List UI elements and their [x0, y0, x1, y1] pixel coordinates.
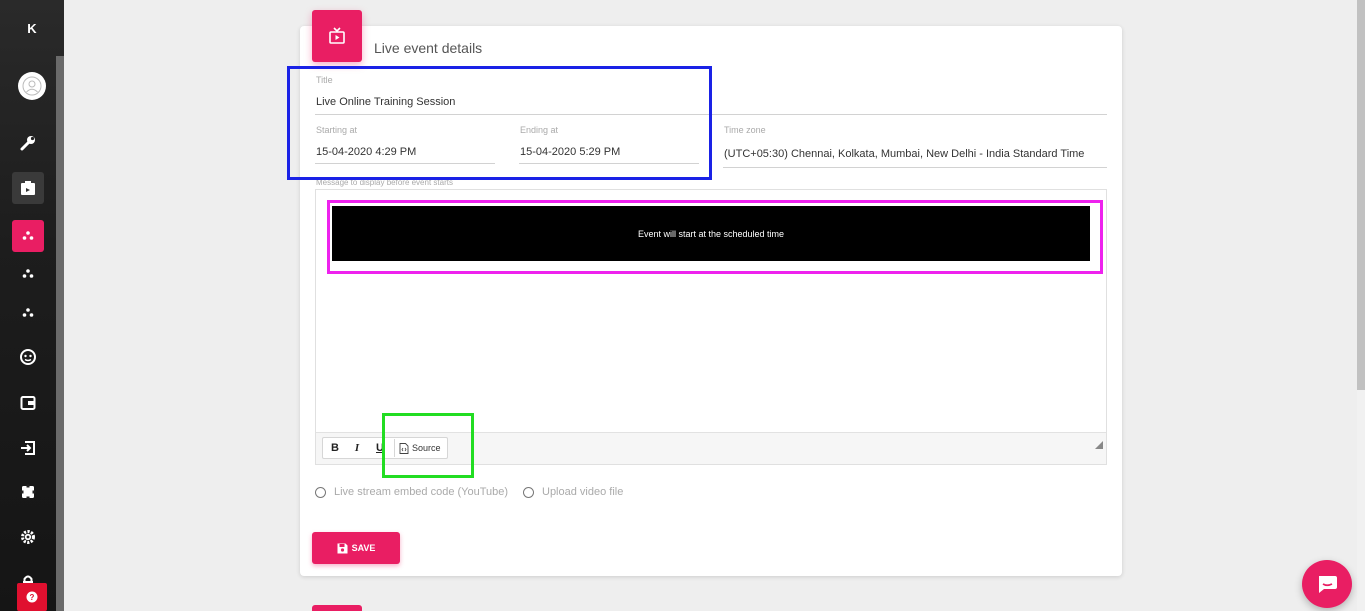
timezone-underline — [723, 167, 1107, 168]
end-input[interactable]: 15-04-2020 5:29 PM — [520, 146, 620, 158]
timezone-select[interactable]: (UTC+05:30) Chennai, Kolkata, Mumbai, Ne… — [724, 148, 1084, 160]
title-underline — [315, 114, 1107, 115]
end-underline — [519, 163, 699, 164]
dots-icon — [22, 308, 34, 317]
sidebar-item-events[interactable] — [12, 172, 44, 204]
option-youtube[interactable]: Live stream embed code (YouTube) — [315, 486, 508, 498]
chat-bubble-icon — [1319, 576, 1337, 593]
wrench-icon — [20, 136, 35, 151]
start-underline — [315, 163, 495, 164]
sidebar-item-users[interactable] — [12, 341, 44, 373]
title-label: Title — [316, 75, 333, 85]
source-button-label: Source — [412, 443, 441, 453]
sidebar-item-branches[interactable] — [12, 297, 44, 329]
underline-button[interactable]: U — [372, 440, 388, 456]
save-button-label: SAVE — [351, 543, 376, 553]
chat-widget-button[interactable] — [1302, 560, 1352, 608]
puzzle-icon — [20, 484, 36, 500]
sidebar-edge — [56, 56, 64, 611]
clipboard-icon — [21, 181, 35, 195]
card-header-icon-box — [312, 10, 362, 62]
dots-icon — [22, 269, 34, 278]
avatar[interactable] — [18, 72, 46, 100]
italic-button[interactable]: I — [349, 440, 365, 456]
editor-resize-handle[interactable] — [1095, 441, 1103, 449]
svg-text:?: ? — [30, 593, 35, 602]
start-label: Starting at — [316, 125, 358, 135]
page-scrollbar[interactable] — [1357, 0, 1365, 611]
live-tv-icon — [329, 27, 345, 44]
option-upload[interactable]: Upload video file — [523, 486, 623, 498]
bold-button[interactable]: B — [327, 440, 343, 456]
youtube-radio-label: Live stream embed code (YouTube) — [334, 486, 509, 498]
editor-banner[interactable]: Event will start at the scheduled time — [332, 206, 1090, 261]
dots-icon — [22, 231, 34, 240]
help-button[interactable]: ? — [17, 583, 47, 611]
sidebar-item-groups[interactable] — [12, 258, 44, 290]
floppy-disk-icon — [337, 543, 348, 553]
message-label: Message to display before event starts — [316, 178, 453, 187]
login-icon — [21, 441, 35, 455]
youtube-radio[interactable] — [315, 486, 326, 498]
scrollbar-thumb[interactable] — [1357, 0, 1365, 390]
sidebar-item-payments[interactable] — [12, 387, 44, 419]
next-card-header-icon — [312, 605, 362, 611]
sidebar-item-live-active[interactable] — [12, 220, 44, 252]
save-button[interactable]: SAVE — [312, 532, 400, 564]
timezone-label: Time zone — [724, 125, 766, 135]
card-title: Live event details — [374, 40, 483, 56]
source-document-icon — [399, 442, 409, 454]
start-input[interactable]: 15-04-2020 4:29 PM — [316, 146, 416, 158]
upload-radio[interactable] — [523, 486, 534, 498]
sidebar-item-login[interactable] — [12, 432, 44, 464]
gear-icon — [21, 530, 35, 544]
sidebar-item-tools[interactable] — [12, 127, 44, 159]
user-icon — [22, 76, 42, 96]
sidebar-item-settings[interactable] — [12, 521, 44, 553]
sidebar-item-plugins[interactable] — [12, 476, 44, 508]
face-icon — [20, 349, 36, 365]
help-icon: ? — [26, 591, 38, 603]
wallet-icon — [20, 396, 36, 410]
title-input[interactable]: Live Online Training Session — [316, 96, 455, 108]
sidebar: K ? — [0, 0, 64, 611]
upload-radio-label: Upload video file — [542, 486, 624, 498]
source-button[interactable]: Source — [394, 439, 446, 457]
brand-logo[interactable]: K — [0, 0, 64, 56]
end-label: Ending at — [520, 125, 559, 135]
